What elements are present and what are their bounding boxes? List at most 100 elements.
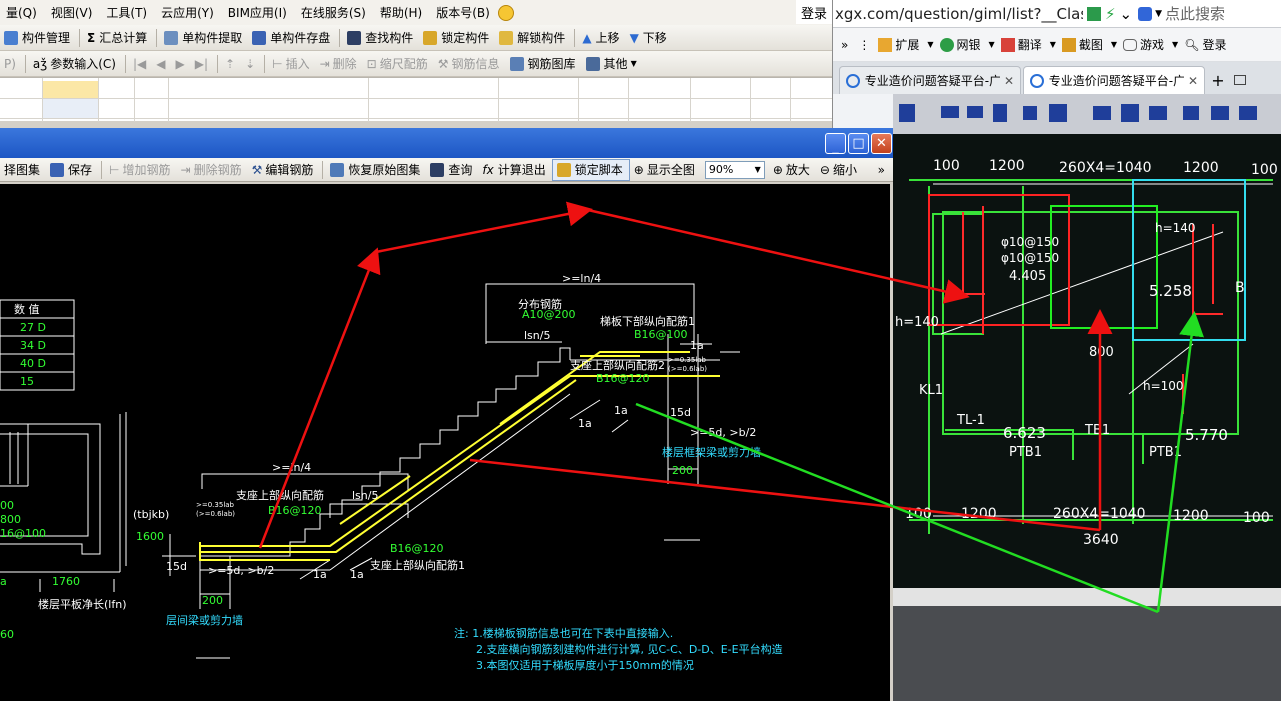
up-icon: ⇡ <box>225 56 236 71</box>
vertical-dots-icon[interactable]: ⋮ <box>858 38 878 52</box>
query-button[interactable]: 查询 <box>426 159 478 181</box>
library-icon <box>509 56 524 71</box>
lock-component-button[interactable]: 锁定构件 <box>419 27 495 49</box>
toolbar-overflow-button[interactable]: » <box>874 159 891 181</box>
component-manage-label: 构件管理 <box>22 31 71 45</box>
browser-tab[interactable]: 专业造价问题答疑平台-广 ✕ <box>839 66 1021 94</box>
menu-quantity[interactable]: 量(Q) <box>0 4 45 21</box>
close-icon[interactable]: ✕ <box>1188 74 1198 88</box>
photo-thickness: h=100 <box>1143 379 1184 393</box>
restore-atlas-button[interactable]: 恢复原始图集 <box>326 159 426 181</box>
cad-drawing-canvas[interactable]: 数 值 27 D 34 D 40 D 15 00 800 16@100 a 17… <box>0 184 890 701</box>
close-button[interactable]: ✕ <box>871 133 892 154</box>
save-button[interactable]: 保存 <box>46 159 98 181</box>
menu-tools[interactable]: 工具(T) <box>100 4 155 21</box>
next-record-button[interactable]: ▶ <box>171 53 190 75</box>
extract-component-button[interactable]: 单构件提取 <box>160 27 248 49</box>
qr-icon[interactable] <box>1087 6 1101 21</box>
restore-icon <box>330 162 345 177</box>
browser-login-button[interactable]: 🔍︎ 登录 <box>1184 36 1226 53</box>
insert-button[interactable]: ⊢ 插入 <box>268 53 315 75</box>
divider <box>79 28 81 47</box>
maximize-button[interactable]: □ <box>848 133 869 154</box>
param-input-button[interactable]: aǯ 参数输入(C) <box>29 53 122 75</box>
row-up-button[interactable]: ⇡ <box>221 53 241 75</box>
menu-version[interactable]: 版本号(B) <box>430 4 498 21</box>
unlock-component-button[interactable]: 解锁构件 <box>495 27 571 49</box>
edit-rebar-button[interactable]: ⚒ 编辑钢筋 <box>248 159 320 181</box>
browser-tab-active[interactable]: 专业造价问题答疑平台-广 ✕ <box>1023 66 1205 94</box>
new-tab-button[interactable]: + <box>1207 66 1229 94</box>
menu-cloud[interactable]: 云应用(Y) <box>155 4 222 21</box>
selected-cell[interactable] <box>43 81 98 98</box>
browser-login-label: 登录 <box>1202 38 1227 52</box>
site-favicon-icon <box>1030 73 1044 88</box>
last-record-button[interactable]: ▶| <box>191 53 214 75</box>
lock-script-button[interactable]: 锁定脚本 <box>551 158 630 181</box>
slab-bottom-line <box>329 393 571 571</box>
address-bar: xgx.com/question/giml/list?__ClassCode ⚡… <box>833 0 1281 28</box>
select-atlas-button[interactable]: 择图集 <box>0 159 46 181</box>
zoom-in-button[interactable]: ⊕ 放大 <box>769 159 816 181</box>
show-all-button[interactable]: ⊕ 显示全图 <box>630 159 701 181</box>
search-input[interactable]: 点此搜索 <box>1165 3 1225 24</box>
first-record-button[interactable]: |◀ <box>129 53 152 75</box>
minimize-button[interactable]: _ <box>825 133 846 155</box>
menu-online[interactable]: 在线服务(S) <box>295 4 374 21</box>
rebar-info-button[interactable]: ⚒ 钢筋信息 <box>434 53 506 75</box>
grid-cell[interactable] <box>43 99 98 118</box>
calc-exit-button[interactable]: fx 计算退出 <box>478 159 551 181</box>
add-rebar-button[interactable]: ⊢ 增加钢筋 <box>105 159 176 181</box>
dialog-titlebar[interactable]: _ □ ✕ <box>0 128 893 158</box>
table-value: 34 D <box>20 339 46 352</box>
summary-calc-button[interactable]: Σ 汇总计算 <box>83 27 153 49</box>
delete-button[interactable]: ⇥ 删除 <box>316 53 363 75</box>
menu-view[interactable]: 视图(V) <box>45 4 101 21</box>
lab-right-label: >=0.35lab <box>668 356 707 364</box>
photo-beam-label: KL1 <box>919 383 943 398</box>
zoom-select[interactable]: 90% ▼ <box>704 160 765 179</box>
other-dropdown[interactable]: 其他 ▼ <box>582 53 643 75</box>
close-icon[interactable]: ✕ <box>1004 74 1014 88</box>
find-component-button[interactable]: 查找构件 <box>343 27 419 49</box>
translate-button[interactable]: 翻译 ▼ <box>1000 36 1062 53</box>
save-component-button[interactable]: 单构件存盘 <box>248 27 336 49</box>
zoom-fit-icon: ⊕ <box>633 162 644 177</box>
search-engine-icon[interactable] <box>1138 6 1153 21</box>
other-label: 其他 <box>603 57 628 71</box>
lightning-icon[interactable]: ⚡ <box>1105 5 1116 23</box>
translate-label: 翻译 <box>1017 38 1042 52</box>
move-up-button[interactable]: ▲ 上移 <box>578 27 625 49</box>
bottom-rebar-1-label: 梯板下部纵向配筋1 <box>600 314 695 328</box>
zoom-out-icon: ⊖ <box>819 162 830 177</box>
data-grid[interactable] <box>0 77 832 122</box>
plus-icon: + <box>1211 70 1225 90</box>
url-text[interactable]: xgx.com/question/giml/list?__ClassCode <box>833 5 1083 23</box>
chevron-right-icon[interactable]: » <box>833 38 858 52</box>
scale-rebar-button[interactable]: ⊡ 缩尺配筋 <box>363 53 434 75</box>
divider <box>217 54 218 73</box>
games-button[interactable]: 游戏 ▼ <box>1123 36 1184 53</box>
caret-down-icon[interactable]: ▼ <box>1155 9 1162 19</box>
disk-icon <box>252 30 267 45</box>
component-manage-button[interactable]: 构件管理 <box>0 27 76 49</box>
row-down-button[interactable]: ⇣ <box>241 53 261 75</box>
chevron-down-icon[interactable]: ⌄ <box>1120 5 1133 23</box>
screenshot-button[interactable]: 截图 ▼ <box>1061 36 1123 53</box>
move-down-button[interactable]: ▼ 下移 <box>626 27 673 49</box>
tab-list-button[interactable] <box>1229 66 1251 94</box>
smiley-icon[interactable] <box>497 4 514 21</box>
bank-button[interactable]: 网银 ▼ <box>939 36 1001 53</box>
prev-record-button[interactable]: ◀ <box>152 53 171 75</box>
menu-help[interactable]: 帮助(H) <box>374 4 430 21</box>
menu-bim[interactable]: BIM应用(I) <box>222 4 295 21</box>
rebar-library-button[interactable]: 钢筋图库 <box>506 53 582 75</box>
gamepad-icon <box>1123 38 1138 51</box>
photo-beam-label: TL-1 <box>956 413 985 428</box>
photo-thickness: h=140 <box>895 315 939 330</box>
login-button[interactable]: 登录 <box>796 0 832 24</box>
zoom-out-button[interactable]: ⊖ 缩小 <box>816 159 863 181</box>
extension-button[interactable]: 扩展 ▼ <box>878 36 939 53</box>
note-line: 3.本图仅适用于梯板厚度小于150mm的情况 <box>476 658 694 672</box>
delete-rebar-button[interactable]: ⇥ 删除钢筋 <box>177 159 248 181</box>
